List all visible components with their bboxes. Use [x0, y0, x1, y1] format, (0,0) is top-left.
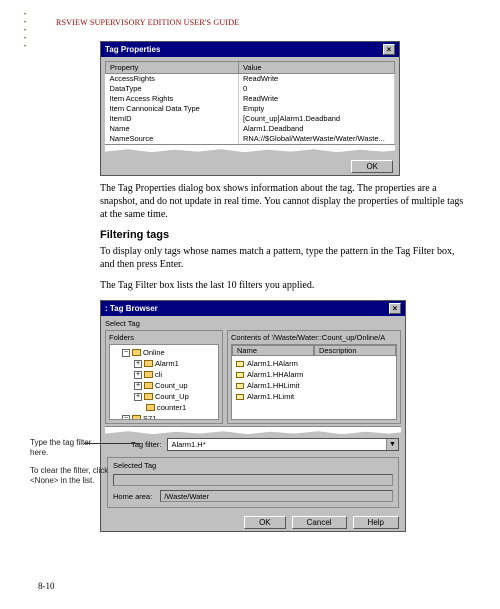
ok-button[interactable]: OK — [351, 160, 393, 173]
figure-tag-properties: Tag Properties × Property Value AccessRi… — [100, 41, 400, 176]
folder-icon — [132, 349, 141, 356]
selected-tag-group: Selected Tag Home area: /Waste/Water — [107, 457, 399, 508]
close-icon[interactable]: × — [383, 44, 395, 55]
contents-label: Contents of '/Waste/Water::Count_up/Onli… — [231, 333, 397, 342]
title-text: Tag Properties — [105, 45, 160, 54]
tag-filter-label: Tag filter: — [131, 440, 161, 449]
folder-icon — [144, 360, 153, 367]
tag-filter-combo[interactable]: Alarm1.H* ▼ — [167, 438, 399, 451]
tag-icon — [236, 361, 244, 367]
plus-icon[interactable]: + — [134, 371, 142, 379]
cancel-button[interactable]: Cancel — [292, 516, 347, 529]
close-icon[interactable]: × — [389, 303, 401, 314]
paragraph: To display only tags whose names match a… — [100, 245, 470, 271]
titlebar-tag-properties: Tag Properties × — [101, 42, 399, 57]
col-property: Property — [106, 62, 239, 74]
page-number: 8-10 — [38, 581, 55, 591]
folder-icon — [144, 382, 153, 389]
paragraph: The Tag Filter box lists the last 10 fil… — [100, 279, 470, 292]
home-area-label: Home area: — [113, 492, 152, 501]
selected-tag-field — [113, 474, 393, 486]
folder-icon — [144, 371, 153, 378]
page-header: RSVIEW SUPERVISORY EDITION USER'S GUIDE — [56, 18, 470, 27]
tag-list[interactable]: Name Description Alarm1.HAlarm Alarm1.HH… — [231, 344, 397, 420]
tag-filter-value: Alarm1.H* — [168, 439, 386, 450]
table-row: Item Cannonical Data TypeEmpty — [106, 104, 395, 114]
callout-line — [84, 443, 140, 444]
properties-table: Property Value AccessRightsReadWrite Dat… — [105, 61, 395, 144]
folders-tree[interactable]: −Online +Alarm1 +cli +Count_up +Count_Up… — [109, 344, 219, 420]
margin-bullets: ••••• — [24, 12, 26, 52]
tag-icon — [236, 394, 244, 400]
side-note-filter: Type the tag filter here. — [30, 438, 110, 458]
figure-tag-browser: : Tag Browser × Select Tag Folders −Onli… — [100, 300, 406, 532]
list-item: Alarm1.HHAlarm — [234, 369, 394, 380]
title-text: : Tag Browser — [105, 304, 158, 313]
col-value: Value — [238, 62, 394, 74]
table-row: DataType0 — [106, 84, 395, 94]
plus-icon[interactable]: + — [134, 360, 142, 368]
list-item: Alarm1.HAlarm — [234, 358, 394, 369]
table-row: ItemID[Count_up]Alarm1.Deadband — [106, 114, 395, 124]
ok-button[interactable]: OK — [244, 516, 286, 529]
plus-icon[interactable]: + — [134, 382, 142, 390]
torn-edge — [105, 426, 401, 434]
tag-icon — [236, 372, 244, 378]
heading-filtering-tags: Filtering tags — [100, 229, 470, 241]
chevron-down-icon[interactable]: ▼ — [386, 439, 398, 450]
minus-icon[interactable]: − — [122, 415, 130, 421]
select-tag-label: Select Tag — [101, 316, 405, 328]
col-description: Description — [314, 345, 396, 356]
table-row: NameAlarm1.Deadband — [106, 124, 395, 134]
table-row: NameSourceRNA://$Global/WaterWaste/Water… — [106, 134, 395, 144]
tag-icon — [236, 383, 244, 389]
list-item: Alarm1.HLimit — [234, 391, 394, 402]
table-row: AccessRightsReadWrite — [106, 74, 395, 85]
folder-icon — [144, 393, 153, 400]
folder-icon — [132, 415, 141, 420]
help-button[interactable]: Help — [353, 516, 399, 529]
side-note-clear: To clear the filter, click <None> in the… — [30, 466, 110, 486]
torn-edge — [105, 144, 395, 152]
home-area-value: /Waste/Water — [160, 490, 393, 502]
table-row: Item Access RightsReadWrite — [106, 94, 395, 104]
plus-icon[interactable]: + — [134, 393, 142, 401]
titlebar-tag-browser: : Tag Browser × — [101, 301, 405, 316]
folder-icon — [146, 404, 155, 411]
col-name: Name — [232, 345, 314, 356]
folders-label: Folders — [109, 333, 219, 342]
list-item: Alarm1.HHLimit — [234, 380, 394, 391]
paragraph: The Tag Properties dialog box shows info… — [100, 182, 470, 221]
selected-tag-label: Selected Tag — [113, 461, 393, 470]
minus-icon[interactable]: − — [122, 349, 130, 357]
